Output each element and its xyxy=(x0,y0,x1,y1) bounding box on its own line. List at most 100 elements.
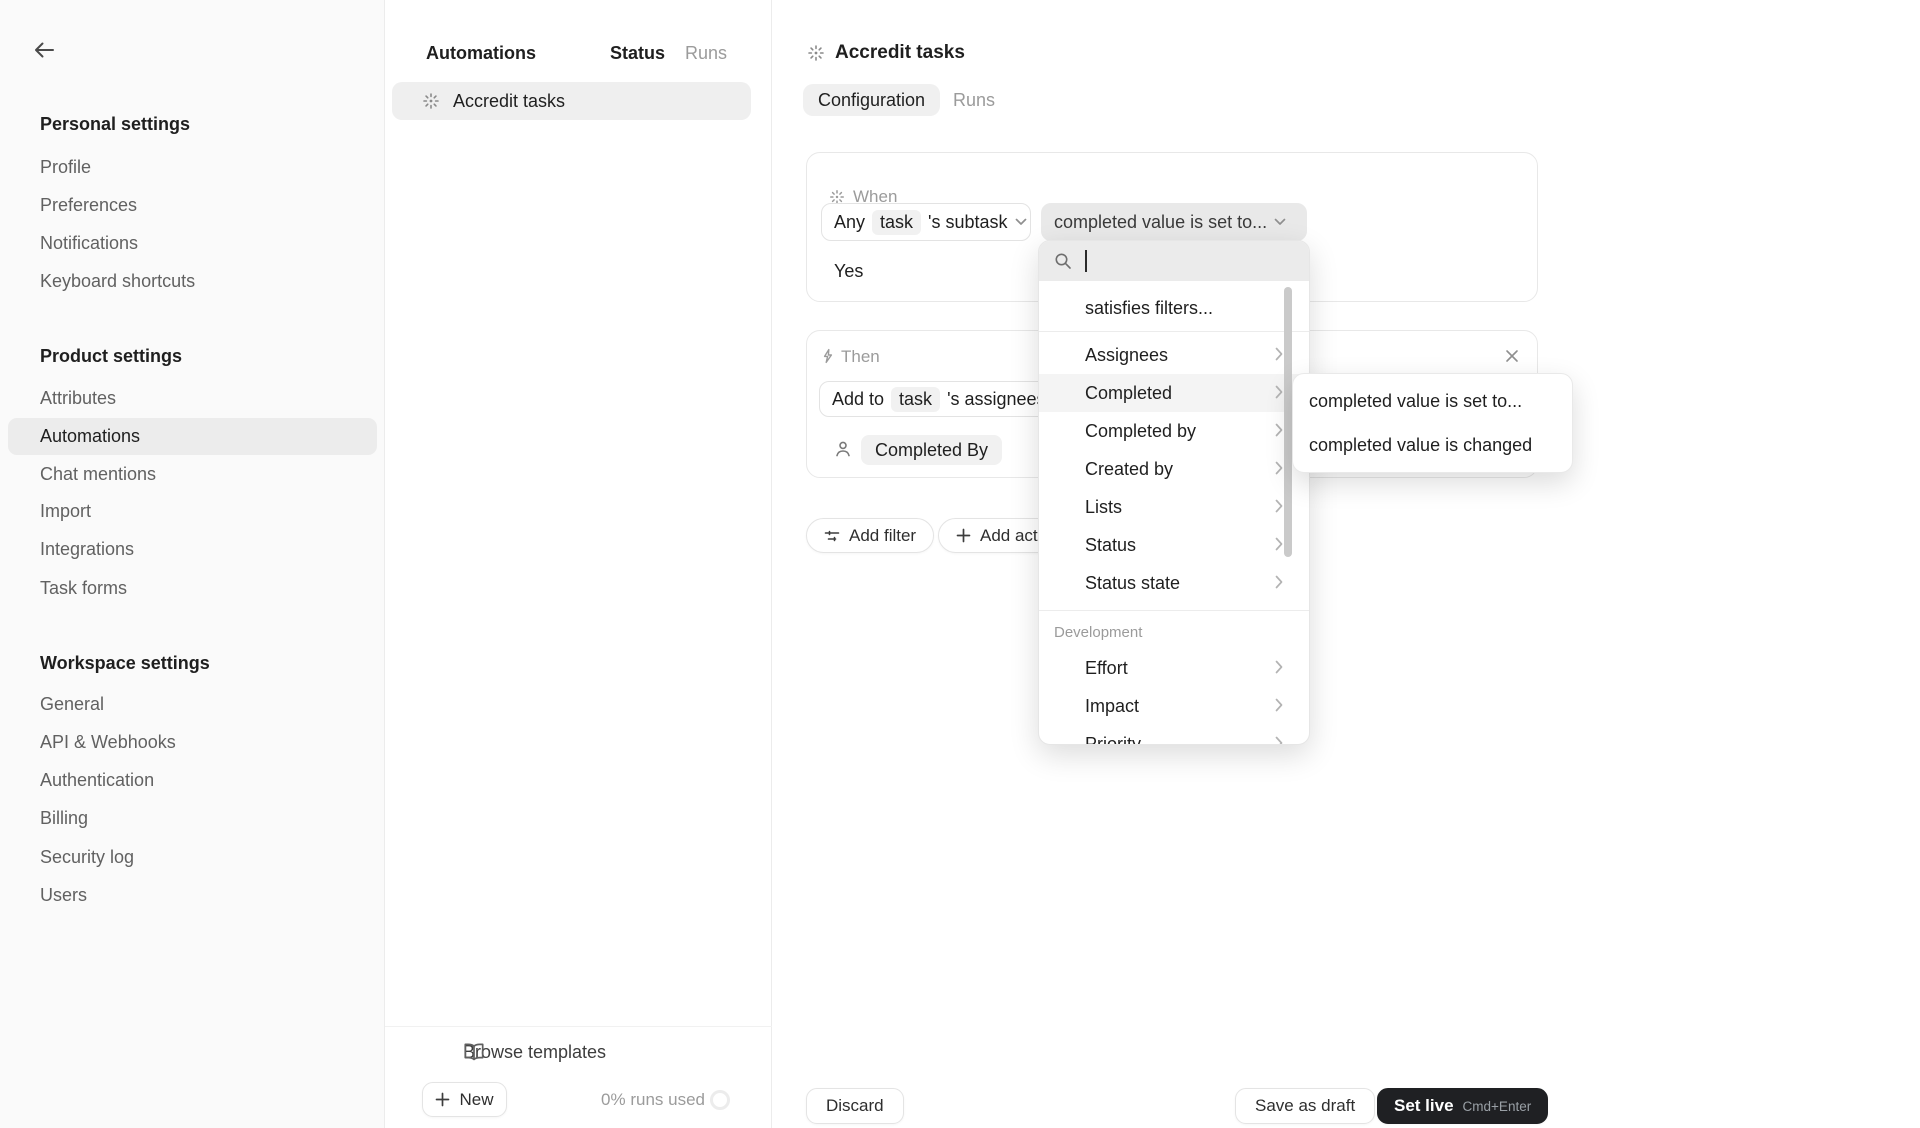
automation-list-item-accredit-tasks[interactable]: Accredit tasks xyxy=(392,82,751,120)
action-suffix: 's assignees xyxy=(947,389,1046,410)
menu-item-completed[interactable]: Completed xyxy=(1039,374,1309,412)
menu-scrollbar[interactable] xyxy=(1284,287,1292,557)
attribute-dropdown-menu: satisfies filters... Assignees Completed… xyxy=(1038,240,1310,745)
sidebar-item-automations[interactable]: Automations xyxy=(8,418,377,455)
save-as-draft-button[interactable]: Save as draft xyxy=(1235,1088,1375,1124)
tab-status[interactable]: Status xyxy=(610,34,665,72)
set-live-button[interactable]: Set live Cmd+Enter xyxy=(1377,1088,1548,1124)
plus-icon xyxy=(956,528,971,543)
scope-prefix: Any xyxy=(834,212,865,233)
menu-item-label: Status state xyxy=(1085,573,1180,593)
then-label: Then xyxy=(841,346,880,368)
dropdown-search[interactable] xyxy=(1039,241,1309,281)
menu-item-completed-by[interactable]: Completed by xyxy=(1039,412,1309,450)
submenu-item-value-set-to[interactable]: completed value is set to... xyxy=(1293,379,1572,423)
completed-submenu: completed value is set to... completed v… xyxy=(1292,373,1573,473)
chevron-right-icon xyxy=(1275,575,1283,589)
task-chip: task xyxy=(872,210,921,235)
chevron-right-icon xyxy=(1275,423,1283,437)
sidebar-item-billing[interactable]: Billing xyxy=(40,799,360,837)
menu-item-status[interactable]: Status xyxy=(1039,526,1309,564)
menu-item-label: Lists xyxy=(1085,497,1122,517)
menu-item-priority[interactable]: Priority xyxy=(1039,725,1309,745)
menu-divider xyxy=(1039,331,1309,332)
back-button[interactable] xyxy=(28,34,60,66)
menu-section-development: Development xyxy=(1039,617,1309,649)
sidebar-item-authentication[interactable]: Authentication xyxy=(40,761,360,799)
remove-action-button[interactable] xyxy=(1500,344,1524,368)
tab-configuration[interactable]: Configuration xyxy=(803,84,940,116)
text-cursor xyxy=(1085,250,1087,272)
menu-item-impact[interactable]: Impact xyxy=(1039,687,1309,725)
menu-divider xyxy=(1039,610,1309,611)
menu-item-label: Priority xyxy=(1085,734,1141,745)
chevron-down-icon xyxy=(1015,218,1027,226)
settings-sidebar: Personal settings Profile Preferences No… xyxy=(0,0,385,1128)
chevron-right-icon xyxy=(1275,660,1283,674)
sidebar-item-security-log[interactable]: Security log xyxy=(40,838,360,876)
sidebar-item-attributes[interactable]: Attributes xyxy=(40,379,360,417)
trigger-scope-dropdown[interactable]: Any task 's subtask xyxy=(821,203,1031,241)
chevron-down-icon xyxy=(1274,218,1286,226)
new-automation-button[interactable]: New xyxy=(422,1082,507,1117)
filter-icon xyxy=(824,529,840,543)
page-title: Accredit tasks xyxy=(835,34,965,72)
automation-detail-panel: Accredit tasks Configuration Runs When A… xyxy=(772,0,1920,1128)
dropdown-item-list: satisfies filters... Assignees Completed… xyxy=(1039,281,1309,745)
menu-item-label: Created by xyxy=(1085,459,1173,479)
sidebar-item-import[interactable]: Import xyxy=(40,492,360,530)
sun-icon xyxy=(807,44,825,62)
sidebar-item-task-forms[interactable]: Task forms xyxy=(40,569,360,607)
chevron-right-icon xyxy=(1275,499,1283,513)
trigger-value[interactable]: Yes xyxy=(834,257,863,285)
menu-item-satisfies-filters[interactable]: satisfies filters... xyxy=(1039,289,1309,327)
task-chip: task xyxy=(891,387,940,412)
set-live-label: Set live xyxy=(1394,1096,1454,1116)
runs-used-label: 0% runs used xyxy=(580,1082,705,1117)
sidebar-item-notifications[interactable]: Notifications xyxy=(40,224,360,262)
book-icon xyxy=(463,1042,485,1062)
menu-item-label: Impact xyxy=(1085,696,1139,716)
section-title-product-settings: Product settings xyxy=(40,344,360,368)
sidebar-item-chat-mentions[interactable]: Chat mentions xyxy=(40,455,360,493)
bolt-icon xyxy=(820,348,836,364)
sun-icon xyxy=(422,92,440,110)
sidebar-item-profile[interactable]: Profile xyxy=(40,148,360,186)
menu-item-lists[interactable]: Lists xyxy=(1039,488,1309,526)
assignee-value-chip[interactable]: Completed By xyxy=(861,435,1002,465)
menu-item-effort[interactable]: Effort xyxy=(1039,649,1309,687)
submenu-item-value-changed[interactable]: completed value is changed xyxy=(1293,423,1572,467)
menu-item-created-by[interactable]: Created by xyxy=(1039,450,1309,488)
menu-item-status-state[interactable]: Status state xyxy=(1039,564,1309,602)
add-filter-button[interactable]: Add filter xyxy=(806,518,934,553)
sidebar-item-users[interactable]: Users xyxy=(40,876,360,914)
tab-runs[interactable]: Runs xyxy=(685,34,727,72)
sidebar-item-integrations[interactable]: Integrations xyxy=(40,530,360,568)
search-icon xyxy=(1054,252,1072,270)
plus-icon xyxy=(435,1092,450,1107)
automation-name: Accredit tasks xyxy=(453,82,565,120)
sidebar-item-label: Automations xyxy=(40,418,140,455)
set-live-shortcut: Cmd+Enter xyxy=(1463,1099,1532,1114)
runs-used-progress-ring xyxy=(710,1090,730,1110)
tab-runs[interactable]: Runs xyxy=(953,84,995,116)
section-title-workspace-settings: Workspace settings xyxy=(40,651,360,675)
discard-button[interactable]: Discard xyxy=(806,1088,904,1124)
scope-suffix: 's subtask xyxy=(928,212,1007,233)
menu-item-assignees[interactable]: Assignees xyxy=(1039,336,1309,374)
action-dropdown[interactable]: Add to task 's assignees xyxy=(819,381,1071,417)
menu-item-label: Assignees xyxy=(1085,345,1168,365)
new-button-label: New xyxy=(459,1090,493,1110)
chevron-right-icon xyxy=(1275,347,1283,361)
sidebar-item-general[interactable]: General xyxy=(40,685,360,723)
sidebar-item-api-webhooks[interactable]: API & Webhooks xyxy=(40,723,360,761)
browse-templates-link[interactable]: Browse templates xyxy=(432,1033,606,1071)
trigger-event-dropdown[interactable]: completed value is set to... xyxy=(1041,203,1307,241)
person-icon xyxy=(833,439,853,459)
menu-item-label: Completed xyxy=(1085,383,1172,403)
sidebar-item-preferences[interactable]: Preferences xyxy=(40,186,360,224)
sidebar-item-keyboard-shortcuts[interactable]: Keyboard shortcuts xyxy=(40,262,360,300)
chevron-right-icon xyxy=(1275,461,1283,475)
chevron-right-icon xyxy=(1275,385,1283,399)
menu-item-label: Completed by xyxy=(1085,421,1196,441)
